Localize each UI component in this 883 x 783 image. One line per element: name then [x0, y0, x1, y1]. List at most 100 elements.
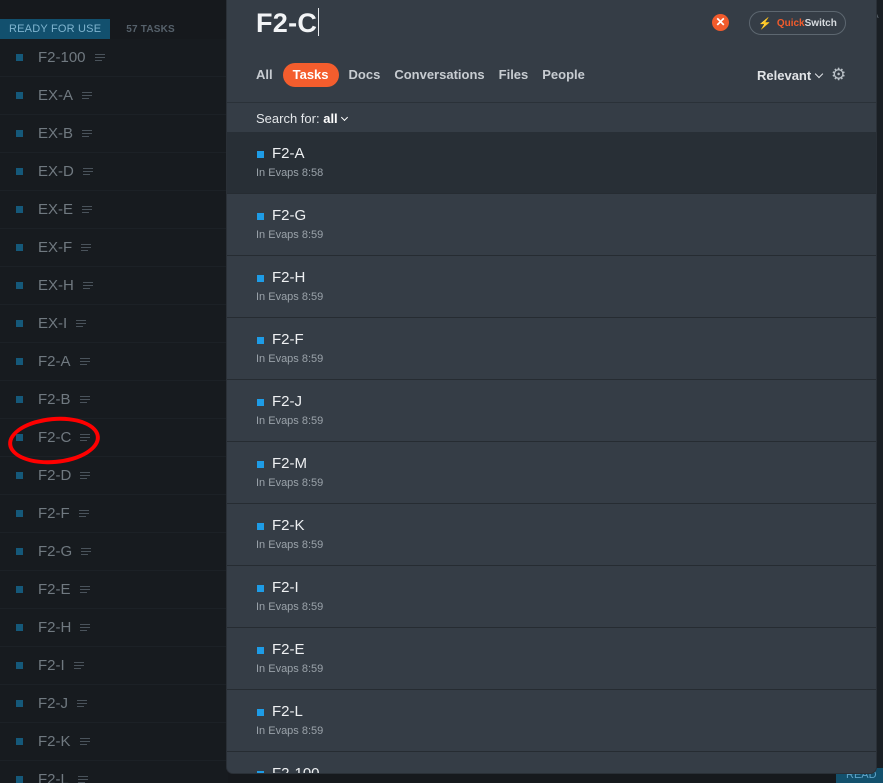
task-name[interactable]: EX-A [38, 87, 73, 104]
task-name[interactable]: F2-H [38, 619, 71, 636]
task-row[interactable]: EX-B [0, 115, 228, 153]
search-scope[interactable]: Search for: all [256, 111, 348, 126]
result-subtitle: In Evaps 8:59 [256, 291, 324, 303]
task-row[interactable]: F2-B [0, 381, 228, 419]
status-label[interactable]: READY FOR USE [0, 19, 111, 40]
task-status-square-icon[interactable] [16, 282, 23, 289]
task-row[interactable]: F2-J [0, 685, 228, 723]
task-name[interactable]: EX-D [38, 163, 74, 180]
task-status-square-icon [257, 151, 264, 158]
task-status-square-icon[interactable] [16, 548, 23, 555]
task-status-square-icon[interactable] [16, 320, 23, 327]
description-lines-icon [79, 738, 90, 745]
task-name[interactable]: F2-J [38, 695, 68, 712]
task-status-square-icon[interactable] [16, 738, 23, 745]
task-status-square-icon[interactable] [16, 244, 23, 251]
task-status-square-icon[interactable] [16, 510, 23, 517]
task-status-square-icon [257, 461, 264, 468]
task-row[interactable]: F2-A [0, 343, 228, 381]
task-status-square-icon[interactable] [16, 700, 23, 707]
task-status-square-icon[interactable] [16, 624, 23, 631]
task-status-square-icon [257, 771, 264, 773]
tab-people[interactable]: People [542, 63, 585, 87]
result-subtitle: In Evaps 8:59 [256, 539, 324, 551]
task-row[interactable]: F2-100 [0, 39, 228, 77]
description-lines-icon [76, 320, 87, 327]
task-name[interactable]: EX-I [38, 315, 67, 332]
description-lines-icon [82, 282, 93, 289]
task-status-square-icon[interactable] [16, 206, 23, 213]
task-name[interactable]: F2-G [38, 543, 72, 560]
task-status-square-icon[interactable] [16, 54, 23, 61]
task-name[interactable]: F2-K [38, 733, 71, 750]
task-name[interactable]: EX-B [38, 125, 73, 142]
task-row[interactable]: EX-I [0, 305, 228, 343]
result-subtitle: In Evaps 8:59 [256, 353, 324, 365]
task-status-square-icon[interactable] [16, 662, 23, 669]
task-status-square-icon[interactable] [16, 586, 23, 593]
result-name: F2-100 [272, 765, 320, 773]
task-row[interactable]: F2-E [0, 571, 228, 609]
tab-docs[interactable]: Docs [349, 63, 381, 87]
task-name[interactable]: EX-F [38, 239, 72, 256]
result-row[interactable]: F2-F In Evaps 8:59 [227, 318, 876, 380]
tab-all[interactable]: All [256, 63, 273, 87]
task-row[interactable]: EX-D [0, 153, 228, 191]
task-row[interactable]: EX-A [0, 77, 228, 115]
description-lines-icon [94, 54, 105, 61]
result-row[interactable]: F2-L In Evaps 8:59 [227, 690, 876, 752]
task-status-square-icon[interactable] [16, 776, 23, 783]
tab-files[interactable]: Files [499, 63, 529, 87]
quickswitch-button[interactable]: ⚡ Quick Switch [749, 11, 846, 35]
task-name[interactable]: EX-E [38, 201, 73, 218]
result-row[interactable]: F2-A In Evaps 8:58 [227, 132, 876, 194]
task-status-square-icon [257, 585, 264, 592]
gear-icon[interactable]: ⚙ [831, 66, 846, 83]
list-header: READY FOR USE 57 TASKS [0, 18, 230, 41]
clear-icon[interactable]: ✕ [712, 14, 729, 31]
task-status-square-icon[interactable] [16, 92, 23, 99]
result-name: F2-G [272, 207, 307, 224]
task-name[interactable]: F2-A [38, 353, 71, 370]
tab-tasks[interactable]: Tasks [282, 63, 339, 87]
result-row[interactable]: F2-K In Evaps 8:59 [227, 504, 876, 566]
task-row[interactable]: EX-H [0, 267, 228, 305]
result-row[interactable]: F2-E In Evaps 8:59 [227, 628, 876, 690]
quickswitch-modal: F2-C ✕ ⚡ Quick Switch All Tasks Docs Convers… [227, 0, 876, 773]
task-row[interactable]: F2-F [0, 495, 228, 533]
task-status-square-icon[interactable] [16, 358, 23, 365]
task-row[interactable]: EX-E [0, 191, 228, 229]
task-name[interactable]: F2-B [38, 391, 71, 408]
result-row[interactable]: F2-I In Evaps 8:59 [227, 566, 876, 628]
task-status-square-icon[interactable] [16, 168, 23, 175]
task-row[interactable]: F2-G [0, 533, 228, 571]
task-row[interactable]: F2-L [0, 761, 228, 783]
task-status-square-icon[interactable] [16, 472, 23, 479]
search-query[interactable]: F2-C [256, 8, 320, 39]
task-name[interactable]: F2-L [38, 771, 69, 783]
result-row[interactable]: F2-M In Evaps 8:59 [227, 442, 876, 504]
result-row[interactable]: F2-100 [227, 752, 876, 773]
result-row[interactable]: F2-H In Evaps 8:59 [227, 256, 876, 318]
result-row[interactable]: F2-J In Evaps 8:59 [227, 380, 876, 442]
task-row[interactable]: F2-I [0, 647, 228, 685]
task-status-square-icon[interactable] [16, 130, 23, 137]
description-lines-icon [82, 168, 93, 175]
result-row[interactable]: F2-G In Evaps 8:59 [227, 194, 876, 256]
task-name[interactable]: EX-H [38, 277, 74, 294]
task-status-square-icon[interactable] [16, 396, 23, 403]
task-name[interactable]: F2-F [38, 505, 70, 522]
task-name[interactable]: F2-D [38, 467, 71, 484]
text-caret [318, 8, 320, 36]
task-name[interactable]: F2-I [38, 657, 65, 674]
description-lines-icon [82, 206, 93, 213]
tab-conversations[interactable]: Conversations [394, 63, 484, 87]
task-status-square-icon [257, 399, 264, 406]
task-row[interactable]: EX-F [0, 229, 228, 267]
result-name: F2-J [272, 393, 302, 410]
task-name[interactable]: F2-E [38, 581, 71, 598]
sort-dropdown[interactable]: Relevant [757, 68, 824, 83]
task-name[interactable]: F2-100 [38, 49, 86, 66]
task-row[interactable]: F2-H [0, 609, 228, 647]
task-row[interactable]: F2-K [0, 723, 228, 761]
